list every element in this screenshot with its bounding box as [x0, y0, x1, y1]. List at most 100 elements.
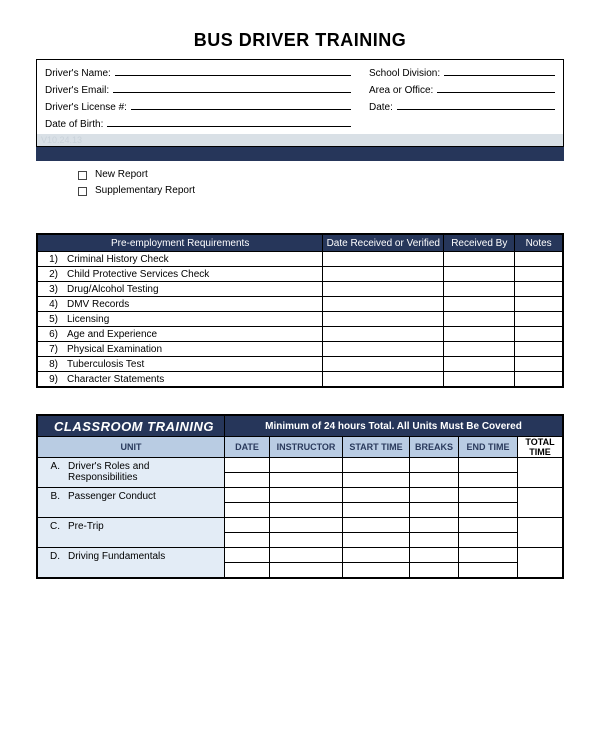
cell-end-time[interactable]: [459, 563, 518, 578]
cell-start-time[interactable]: [343, 473, 410, 488]
cell-end-time[interactable]: [459, 488, 518, 503]
field-drivers-name[interactable]: Driver's Name:: [45, 64, 351, 81]
cell-end-time[interactable]: [459, 548, 518, 563]
cell-notes[interactable]: [515, 312, 563, 327]
cell-instructor[interactable]: [270, 518, 343, 533]
cell-breaks[interactable]: [410, 548, 459, 563]
row-number: 6): [38, 327, 62, 342]
cell-notes[interactable]: [515, 267, 563, 282]
th-instructor: INSTRUCTOR: [270, 437, 343, 458]
cell-end-time[interactable]: [459, 533, 518, 548]
cell-notes[interactable]: [515, 342, 563, 357]
requirement-label: Criminal History Check: [61, 252, 323, 267]
cell-date-received[interactable]: [323, 282, 444, 297]
cell-instructor[interactable]: [270, 563, 343, 578]
cell-breaks[interactable]: [410, 458, 459, 473]
cell-notes[interactable]: [515, 252, 563, 267]
cell-end-time[interactable]: [459, 473, 518, 488]
cell-date-received[interactable]: [323, 297, 444, 312]
input-line[interactable]: [397, 98, 555, 110]
cell-end-time[interactable]: [459, 503, 518, 518]
checkbox-label: New Report: [95, 167, 148, 183]
field-drivers-email[interactable]: Driver's Email:: [45, 81, 351, 98]
cell-instructor[interactable]: [270, 533, 343, 548]
cell-date-received[interactable]: [323, 252, 444, 267]
checkbox-icon[interactable]: [78, 171, 87, 180]
cell-date[interactable]: [225, 488, 270, 503]
cell-start-time[interactable]: [343, 458, 410, 473]
cell-end-time[interactable]: [459, 458, 518, 473]
cell-breaks[interactable]: [410, 563, 459, 578]
cell-date-received[interactable]: [323, 357, 444, 372]
classroom-title: CLASSROOM TRAINING: [38, 416, 225, 437]
cell-notes[interactable]: [515, 357, 563, 372]
cell-date-received[interactable]: [323, 267, 444, 282]
cell-date-received[interactable]: [323, 327, 444, 342]
input-line[interactable]: [107, 115, 351, 127]
cell-instructor[interactable]: [270, 503, 343, 518]
cell-breaks[interactable]: [410, 533, 459, 548]
cell-start-time[interactable]: [343, 518, 410, 533]
cell-breaks[interactable]: [410, 473, 459, 488]
input-line[interactable]: [131, 98, 351, 110]
cell-date[interactable]: [225, 458, 270, 473]
cell-received-by[interactable]: [444, 282, 515, 297]
row-number: 3): [38, 282, 62, 297]
cell-notes[interactable]: [515, 297, 563, 312]
cell-instructor[interactable]: [270, 488, 343, 503]
checkbox-new-report[interactable]: New Report: [78, 167, 564, 183]
cell-date[interactable]: [225, 518, 270, 533]
field-school-division[interactable]: School Division:: [369, 64, 555, 81]
cell-date[interactable]: [225, 563, 270, 578]
cell-date[interactable]: [225, 533, 270, 548]
field-date[interactable]: Date:: [369, 98, 555, 115]
input-line[interactable]: [444, 64, 555, 76]
cell-received-by[interactable]: [444, 297, 515, 312]
cell-notes[interactable]: [515, 372, 563, 387]
cell-received-by[interactable]: [444, 357, 515, 372]
cell-start-time[interactable]: [343, 548, 410, 563]
unit-name: Driver's Roles and Responsibilities: [64, 458, 225, 488]
field-drivers-license[interactable]: Driver's License #:: [45, 98, 351, 115]
cell-end-time[interactable]: [459, 518, 518, 533]
input-line[interactable]: [115, 64, 351, 76]
cell-instructor[interactable]: [270, 548, 343, 563]
unit-row: C.Pre-Trip: [38, 518, 563, 533]
cell-instructor[interactable]: [270, 458, 343, 473]
field-date-of-birth[interactable]: Date of Birth:: [45, 115, 351, 132]
input-line[interactable]: [113, 81, 351, 93]
field-area-office[interactable]: Area or Office:: [369, 81, 555, 98]
cell-received-by[interactable]: [444, 342, 515, 357]
cell-breaks[interactable]: [410, 503, 459, 518]
cell-received-by[interactable]: [444, 327, 515, 342]
checkbox-icon[interactable]: [78, 187, 87, 196]
cell-date-received[interactable]: [323, 342, 444, 357]
cell-date[interactable]: [225, 473, 270, 488]
cell-total-time[interactable]: [518, 518, 563, 548]
cell-date[interactable]: [225, 503, 270, 518]
cell-total-time[interactable]: [518, 458, 563, 488]
cell-date-received[interactable]: [323, 372, 444, 387]
input-line[interactable]: [437, 81, 555, 93]
cell-breaks[interactable]: [410, 518, 459, 533]
cell-start-time[interactable]: [343, 488, 410, 503]
table-row: 2)Child Protective Services Check: [38, 267, 563, 282]
cell-date[interactable]: [225, 548, 270, 563]
checkbox-supplementary-report[interactable]: Supplementary Report: [78, 183, 564, 199]
cell-received-by[interactable]: [444, 252, 515, 267]
form-page: BUS DRIVER TRAINING Driver's Name: Schoo…: [0, 0, 600, 599]
cell-received-by[interactable]: [444, 267, 515, 282]
cell-breaks[interactable]: [410, 488, 459, 503]
unit-letter: A.: [38, 458, 65, 488]
cell-notes[interactable]: [515, 282, 563, 297]
cell-date-received[interactable]: [323, 312, 444, 327]
cell-instructor[interactable]: [270, 473, 343, 488]
cell-start-time[interactable]: [343, 503, 410, 518]
cell-start-time[interactable]: [343, 563, 410, 578]
cell-received-by[interactable]: [444, 312, 515, 327]
cell-received-by[interactable]: [444, 372, 515, 387]
cell-start-time[interactable]: [343, 533, 410, 548]
cell-notes[interactable]: [515, 327, 563, 342]
cell-total-time[interactable]: [518, 548, 563, 578]
cell-total-time[interactable]: [518, 488, 563, 518]
